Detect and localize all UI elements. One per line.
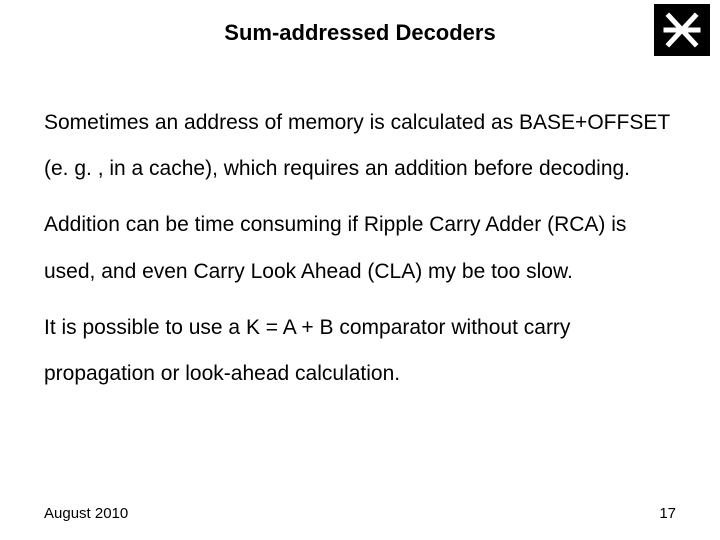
footer-page-number: 17 [659,505,676,522]
slide: Sum-addressed Decoders Sometimes an addr… [0,0,720,540]
slide-body: Sometimes an address of memory is calcul… [44,100,676,407]
body-paragraph: It is possible to use a K = A + B compar… [44,305,676,397]
footer-date: August 2010 [44,505,128,522]
slide-title: Sum-addressed Decoders [0,20,720,46]
body-paragraph: Addition can be time consuming if Ripple… [44,202,676,294]
body-paragraph: Sometimes an address of memory is calcul… [44,100,676,192]
